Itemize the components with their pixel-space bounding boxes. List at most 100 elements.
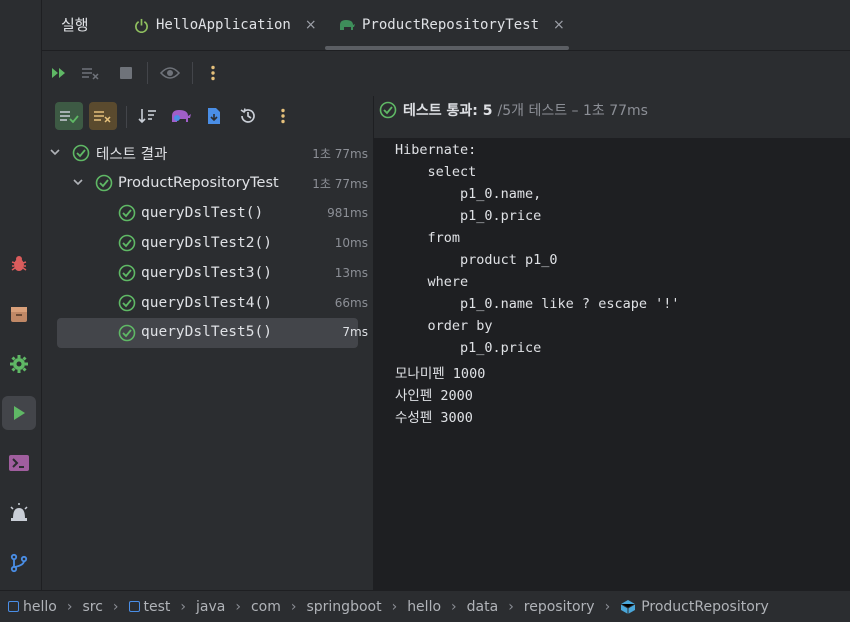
test-time: 66ms: [334, 296, 368, 310]
breadcrumb-item[interactable]: hello: [407, 599, 441, 615]
console-line: 수성펜 3000: [395, 410, 473, 426]
eye-icon[interactable]: [157, 60, 183, 86]
breadcrumb: hello › src › test › java › com › spring…: [0, 590, 850, 622]
test-passed-icon: [72, 144, 90, 162]
chevron-right-icon: ›: [391, 598, 398, 615]
tab-product-repository-test[interactable]: ProductRepositoryTest ×: [338, 0, 565, 50]
status-total: /5개 테스트 – 1초 77ms: [497, 103, 648, 119]
run-tool-window-header: 실행 HelloApplication × ProductRepositoryT…: [42, 0, 850, 51]
test-row[interactable]: queryDslTest() 981ms: [42, 199, 373, 227]
gradle-elephant-icon[interactable]: [168, 103, 194, 129]
console-line: from: [395, 230, 461, 246]
console-line: p1_0.price: [395, 208, 550, 224]
active-tab-indicator: [325, 46, 569, 50]
test-label: queryDslTest4(): [141, 295, 272, 311]
console-line: select: [395, 164, 477, 180]
chevron-right-icon: ›: [451, 598, 457, 615]
more-options-icon[interactable]: [270, 103, 296, 129]
services-box-icon[interactable]: [2, 297, 36, 331]
console-line: p1_0.name,: [395, 186, 542, 202]
toolbar-separator: [192, 62, 193, 84]
run-play-icon[interactable]: [2, 396, 36, 430]
test-time: 13ms: [334, 266, 368, 280]
breadcrumb-item[interactable]: com: [251, 599, 281, 615]
test-label: queryDslTest5(): [141, 324, 272, 340]
run-window-title: 실행: [61, 16, 89, 34]
console-line: p1_0.price: [395, 340, 542, 356]
breadcrumb-item[interactable]: hello: [8, 599, 57, 615]
terminal-icon[interactable]: [2, 446, 36, 480]
console-output[interactable]: Hibernate: select p1_0.name, p1_0.price …: [374, 138, 850, 590]
chevron-right-icon: ›: [508, 598, 514, 615]
module-icon: [128, 601, 140, 612]
show-passed-icon[interactable]: [55, 102, 83, 130]
run-toolbar: [42, 51, 850, 96]
breadcrumb-item[interactable]: ProductRepository: [620, 599, 769, 615]
tool-window-strip: [0, 0, 42, 590]
tree-root-time: 1초 77ms: [312, 146, 368, 161]
test-passed-icon: [118, 294, 136, 312]
breadcrumb-item[interactable]: repository: [524, 599, 595, 615]
gradle-elephant-icon: [338, 18, 356, 32]
test-label: queryDslTest3(): [141, 265, 272, 281]
tab-hello-application[interactable]: HelloApplication ×: [134, 0, 317, 50]
console-line: 모나미펜 1000: [395, 366, 486, 382]
test-row[interactable]: queryDslTest3() 13ms: [42, 259, 373, 287]
breadcrumb-item[interactable]: src: [82, 599, 102, 615]
close-icon[interactable]: ×: [553, 17, 565, 33]
test-passed-icon: [118, 204, 136, 222]
breadcrumb-item[interactable]: springboot: [306, 599, 381, 615]
history-clock-icon[interactable]: [235, 103, 261, 129]
rerun-failed-icon[interactable]: [78, 60, 104, 86]
console-line: 사인펜 2000: [395, 388, 473, 404]
close-icon[interactable]: ×: [305, 17, 317, 33]
test-row[interactable]: queryDslTest2() 10ms: [42, 229, 373, 257]
test-passed-icon: [118, 234, 136, 252]
toolbar-separator: [126, 106, 127, 128]
test-time: 7ms: [342, 325, 368, 339]
console-line: where: [395, 274, 469, 290]
breadcrumb-item[interactable]: test: [128, 599, 170, 615]
test-status-header: 테스트 통과: 5 /5개 테스트 – 1초 77ms: [374, 96, 850, 138]
chevron-right-icon: ›: [235, 598, 241, 615]
stop-icon[interactable]: [113, 60, 139, 86]
show-ignored-icon[interactable]: [89, 102, 117, 130]
tab-label: HelloApplication: [156, 17, 291, 33]
problems-alert-icon[interactable]: [2, 496, 36, 530]
chevron-right-icon: ›: [290, 598, 297, 615]
test-time: 981ms: [327, 206, 368, 220]
breadcrumb-item[interactable]: data: [467, 599, 499, 615]
module-icon: [8, 601, 19, 612]
rerun-icon[interactable]: [46, 60, 72, 86]
tab-label: ProductRepositoryTest: [362, 17, 540, 33]
chevron-right-icon: ›: [112, 598, 119, 615]
tree-root-row[interactable]: 테스트 결과 1초 77ms: [42, 139, 373, 167]
console-line: product p1_0: [395, 252, 566, 268]
console-line: Hibernate:: [395, 142, 485, 158]
test-row[interactable]: queryDslTest4() 66ms: [42, 289, 373, 317]
console-line: p1_0.name like ? escape '!': [395, 296, 688, 312]
git-branch-icon[interactable]: [2, 546, 36, 580]
test-row-selected[interactable]: queryDslTest5() 7ms: [42, 318, 373, 348]
debug-bug-icon[interactable]: [2, 247, 36, 281]
sort-icon[interactable]: [135, 103, 161, 129]
test-passed-icon: [95, 174, 113, 192]
test-passed-icon: [118, 264, 136, 282]
tree-class-row[interactable]: ProductRepositoryTest 1초 77ms: [42, 169, 373, 197]
chevron-right-icon: ›: [604, 598, 611, 615]
chevron-down-icon[interactable]: [72, 176, 84, 191]
export-file-icon[interactable]: [201, 103, 227, 129]
settings-gear-icon[interactable]: [2, 347, 36, 381]
breadcrumb-item[interactable]: java: [196, 599, 225, 615]
status-passed: 테스트 통과: 5: [403, 103, 493, 119]
more-options-icon[interactable]: [200, 60, 226, 86]
tree-class-time: 1초 77ms: [312, 176, 368, 191]
test-label: queryDslTest2(): [141, 235, 272, 251]
chevron-right-icon: ›: [66, 598, 73, 615]
chevron-down-icon[interactable]: [49, 146, 61, 161]
test-results-panel: 테스트 결과 1초 77ms ProductRepositoryTest 1초 …: [42, 96, 374, 590]
test-class-icon: [620, 599, 636, 615]
test-label: queryDslTest(): [141, 205, 264, 221]
console-line: order by: [395, 318, 493, 334]
test-toolbar: [42, 96, 373, 138]
